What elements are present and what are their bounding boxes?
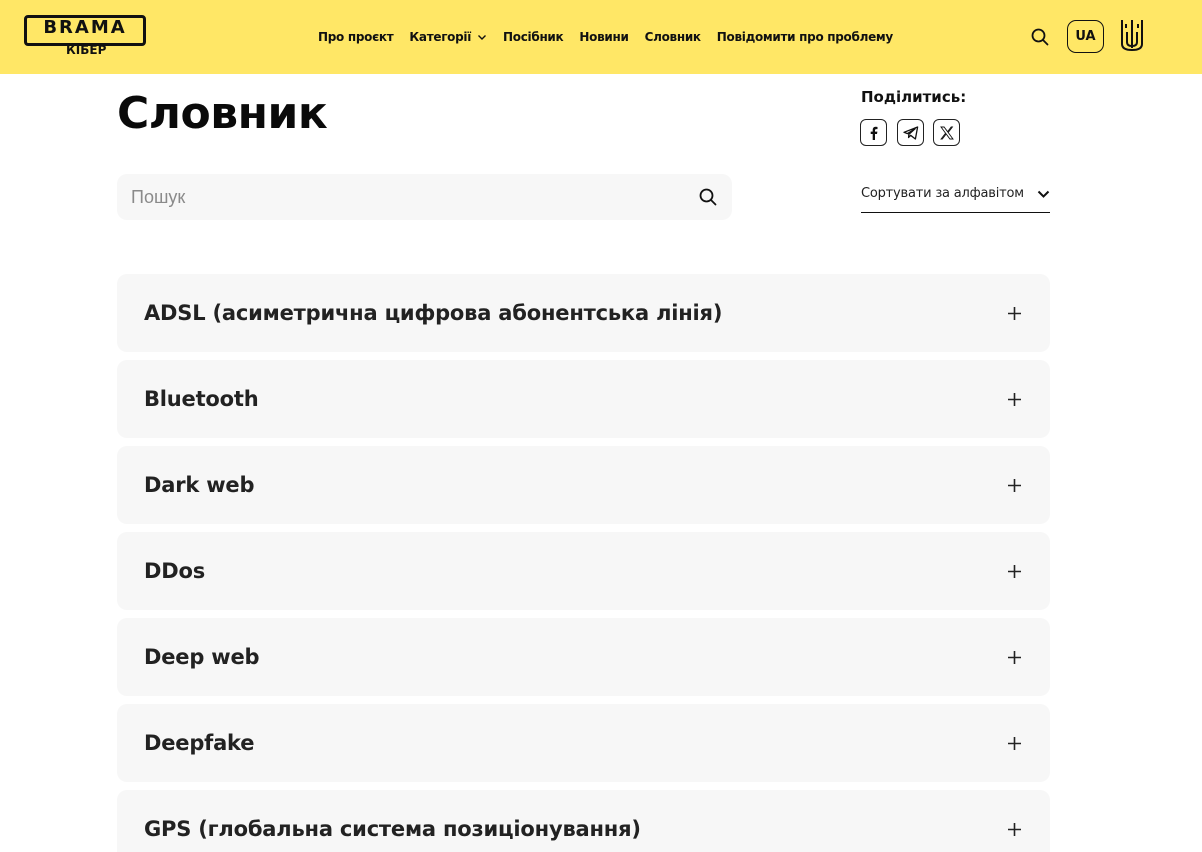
- nav-item-guide[interactable]: Посібник: [503, 30, 564, 44]
- search-input[interactable]: [131, 174, 681, 220]
- glossary-item[interactable]: DDos: [117, 532, 1050, 610]
- glossary-item[interactable]: Bluetooth: [117, 360, 1050, 438]
- site-header: BRAMA КІБЕР Про проєкт Категорії Посібни…: [0, 0, 1202, 74]
- logo-subtitle: КІБЕР: [66, 43, 107, 57]
- main-nav: Про проєкт Категорії Посібник Новини Сло…: [318, 29, 893, 45]
- language-switch[interactable]: UA: [1067, 20, 1104, 53]
- search-icon[interactable]: [698, 187, 718, 207]
- glossary-item[interactable]: ADSL (асиметрична цифрова абонентська лі…: [117, 274, 1050, 352]
- nav-label: Новини: [579, 30, 629, 44]
- logo-word: BRAMA: [43, 17, 127, 38]
- nav-item-about[interactable]: Про проєкт: [318, 30, 394, 44]
- nav-label: Категорії: [409, 30, 472, 44]
- nav-item-glossary[interactable]: Словник: [645, 30, 701, 44]
- nav-label: Про проєкт: [318, 30, 394, 44]
- share-x-button[interactable]: [933, 119, 960, 146]
- plus-icon: [1008, 737, 1021, 750]
- nav-label: Посібник: [503, 30, 564, 44]
- chevron-down-icon: [478, 35, 487, 40]
- trident-icon: [1121, 20, 1143, 52]
- nav-item-news[interactable]: Новини: [579, 30, 629, 44]
- glossary-item[interactable]: Dark web: [117, 446, 1050, 524]
- nav-label: Словник: [644, 30, 701, 44]
- glossary-term: Deep web: [144, 645, 260, 669]
- sort-dropdown[interactable]: Сортувати за алфавітом: [861, 180, 1050, 213]
- facebook-icon: [870, 126, 877, 140]
- glossary-term: Deepfake: [144, 731, 255, 755]
- glossary-item[interactable]: Deepfake: [117, 704, 1050, 782]
- plus-icon: [1008, 823, 1021, 836]
- nav-item-categories[interactable]: Категорії: [409, 30, 487, 44]
- plus-icon: [1008, 393, 1021, 406]
- telegram-icon: [902, 125, 918, 140]
- share-telegram-button[interactable]: [897, 119, 924, 146]
- plus-icon: [1008, 479, 1021, 492]
- share-label: Поділитись:: [861, 88, 967, 106]
- glossary-term: DDos: [144, 559, 205, 583]
- glossary-term: ADSL (асиметрична цифрова абонентська лі…: [144, 301, 723, 325]
- plus-icon: [1008, 651, 1021, 664]
- glossary-term: Dark web: [144, 473, 255, 497]
- nav-item-report-problem[interactable]: Повідомити про проблему: [717, 30, 893, 44]
- nav-label: Повідомити про проблему: [716, 30, 893, 44]
- chevron-down-icon: [1037, 190, 1050, 198]
- sort-label: Сортувати за алфавітом: [861, 186, 1024, 201]
- share-facebook-button[interactable]: [860, 119, 887, 146]
- x-icon: [939, 126, 954, 139]
- glossary-item[interactable]: Deep web: [117, 618, 1050, 696]
- glossary-term: Bluetooth: [144, 387, 259, 411]
- brama-logo[interactable]: BRAMA КІБЕР: [24, 15, 146, 60]
- plus-icon: [1008, 565, 1021, 578]
- search-icon[interactable]: [1030, 27, 1050, 47]
- glossary-search: [117, 174, 732, 220]
- plus-icon: [1008, 307, 1021, 320]
- page-title: Словник: [117, 88, 328, 139]
- glossary-term: GPS (глобальна система позиціонування): [144, 817, 641, 841]
- glossary-item[interactable]: GPS (глобальна система позиціонування): [117, 790, 1050, 852]
